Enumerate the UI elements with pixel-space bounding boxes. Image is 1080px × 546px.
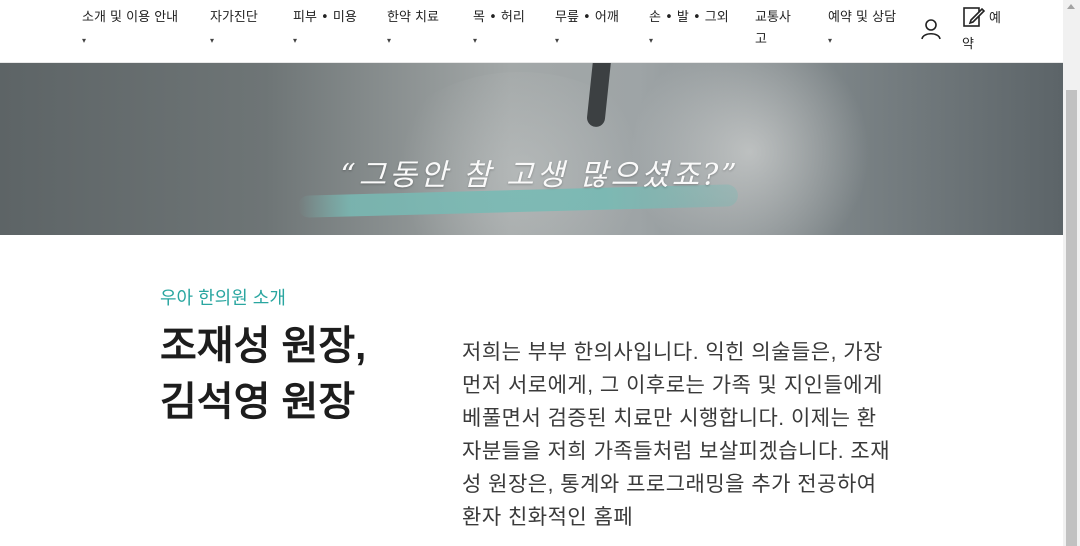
scroll-up-icon[interactable] <box>1067 4 1075 9</box>
nav-item-label: 피부 • 미용 <box>293 10 357 25</box>
nav-item-label: 무릎 • 어깨 <box>555 10 619 25</box>
chevron-down-icon: ▾ <box>828 36 833 45</box>
nav-item-self-diagnosis[interactable]: 자가진단 ▾ <box>210 10 258 45</box>
chevron-down-icon: ▾ <box>387 36 392 45</box>
user-icon[interactable] <box>920 18 942 40</box>
nav-item-label: 한약 치료 <box>387 10 439 25</box>
nav-item-herbal-treatment[interactable]: 한약 치료 ▾ <box>387 10 439 45</box>
nav-item-label: 소개 및 이용 안내 <box>82 10 179 25</box>
top-navigation: 소개 및 이용 안내 ▾ 자가진단 ▾ 피부 • 미용 ▾ 한약 치료 ▾ 목 … <box>0 0 1063 63</box>
chevron-down-icon: ▾ <box>82 36 87 45</box>
chevron-down-icon: ▾ <box>649 36 654 45</box>
edit-icon <box>963 7 986 27</box>
reservation-label-1: 예 <box>989 11 1001 26</box>
chevron-down-icon: ▾ <box>555 36 560 45</box>
nav-item-label: 예약 및 상담 <box>828 10 897 25</box>
banner-glow <box>620 62 880 235</box>
nav-item-label: 손 • 발 • 그외 <box>649 10 729 25</box>
title-line-2: 김석영 원장 <box>160 380 356 424</box>
reservation-link[interactable]: 예 약 <box>962 5 1010 55</box>
nav-item-neck-back[interactable]: 목 • 허리 ▾ <box>473 10 525 45</box>
nav-item-knee-shoulder[interactable]: 무릎 • 어깨 ▾ <box>555 10 619 45</box>
chevron-down-icon: ▾ <box>210 36 215 45</box>
title-line-1: 조재성 원장, <box>160 324 367 368</box>
nav-item-label: 교통사고 <box>755 10 791 47</box>
scrollbar-thumb[interactable] <box>1066 90 1077 546</box>
nav-item-label: 자가진단 <box>210 10 258 25</box>
vertical-scrollbar[interactable] <box>1063 0 1080 546</box>
section-title: 조재성 원장, 김석영 원장 <box>160 318 366 430</box>
chevron-down-icon: ▾ <box>473 36 478 45</box>
nav-item-traffic-accident[interactable]: 교통사고 <box>755 7 795 51</box>
chevron-down-icon: ▾ <box>293 36 298 45</box>
page: 소개 및 이용 안내 ▾ 자가진단 ▾ 피부 • 미용 ▾ 한약 치료 ▾ 목 … <box>0 0 1063 546</box>
nav-item-reservation-consult[interactable]: 예약 및 상담 ▾ <box>828 10 896 45</box>
nav-item-hand-foot-etc[interactable]: 손 • 발 • 그외 ▾ <box>649 10 729 45</box>
intro-paragraph: 저희는 부부 한의사입니다. 익힌 의술들은, 가장 먼저 서로에게, 그 이후… <box>462 341 891 529</box>
nav-item-label: 목 • 허리 <box>473 10 525 25</box>
reservation-label-2: 약 <box>962 37 974 52</box>
hero-banner: “그동안 참 고생 많으셨죠?” <box>0 62 1063 235</box>
banner-quote: “그동안 참 고생 많으셨죠?” <box>340 158 740 193</box>
nav-item-intro[interactable]: 소개 및 이용 안내 ▾ <box>82 10 178 45</box>
section-label: 우아 한의원 소개 <box>160 288 286 308</box>
nav-item-skin-beauty[interactable]: 피부 • 미용 ▾ <box>293 10 357 45</box>
